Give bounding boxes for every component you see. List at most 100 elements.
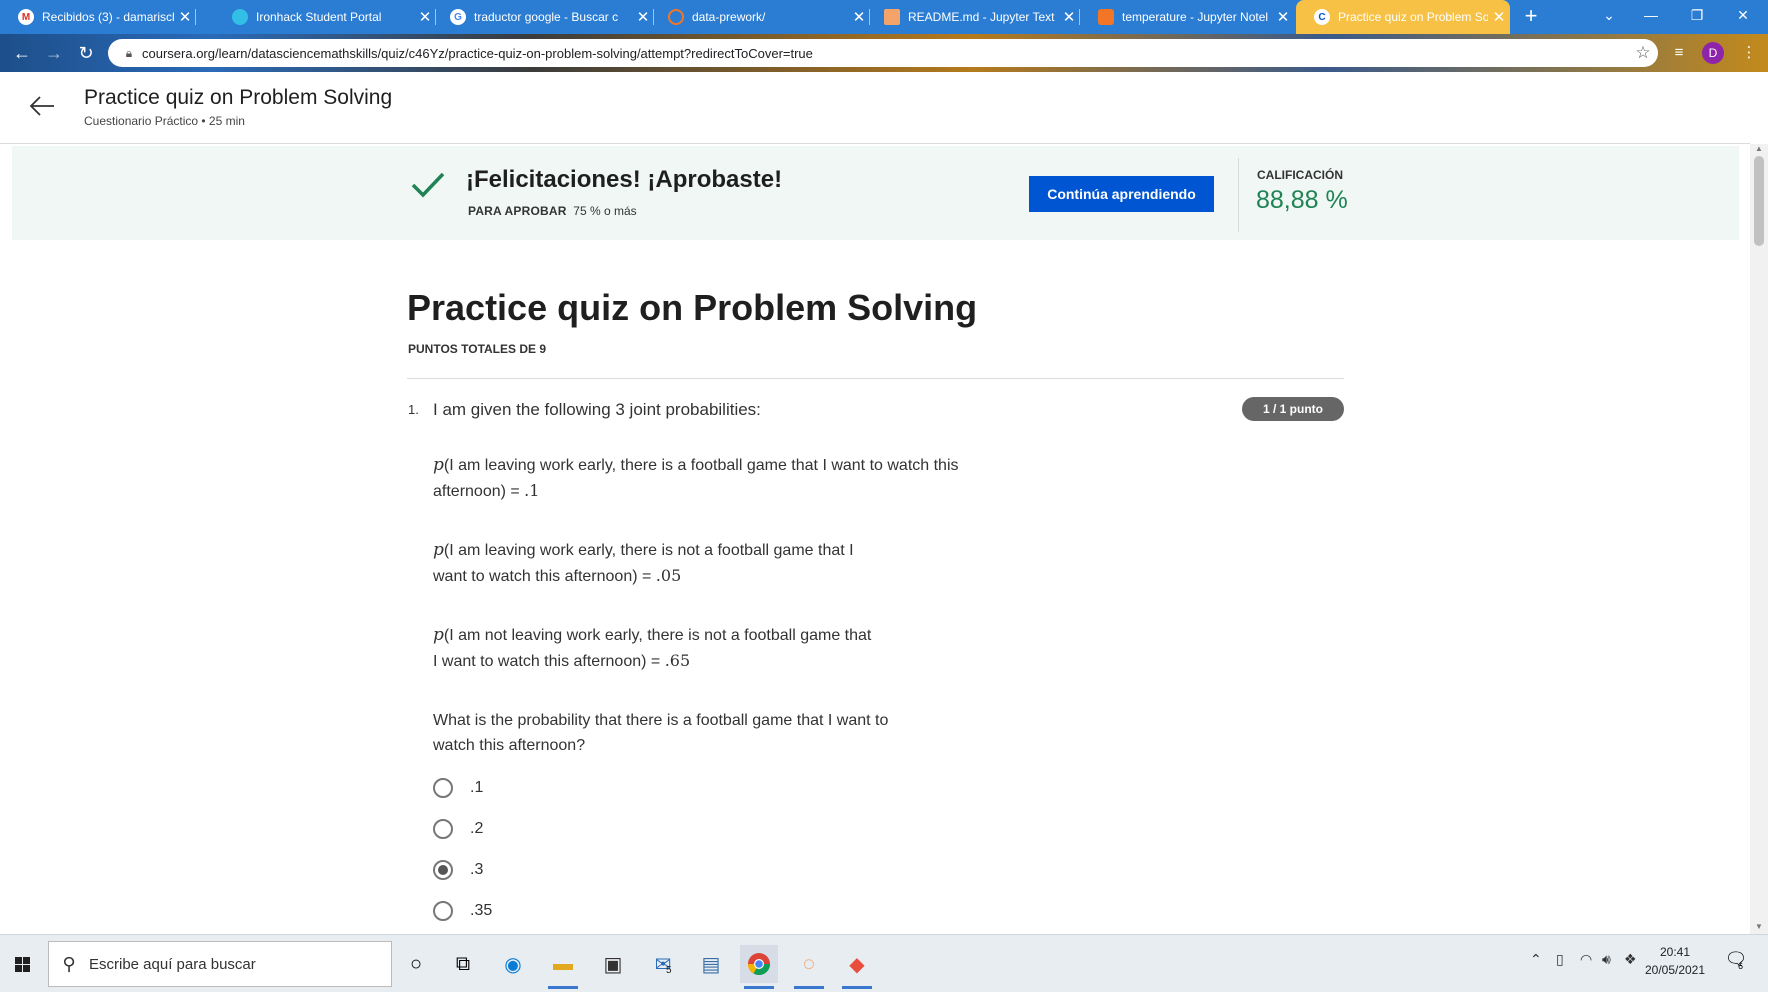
prob-var: p [433, 625, 444, 645]
vertical-scrollbar[interactable]: ▲ ▼ [1750, 144, 1768, 934]
close-icon[interactable]: ✕ [1488, 8, 1510, 26]
option-label: .2 [470, 820, 484, 837]
quiz-title: Practice quiz on Problem Solving [407, 287, 978, 328]
tab-readme[interactable]: README.md - Jupyter Text E ✕ [866, 0, 1080, 34]
continue-learning-button[interactable]: Continúa aprendiendo [1029, 176, 1214, 212]
tab-data-prework[interactable]: data-prework/ ✕ [650, 0, 870, 34]
question-text: I am given the following 3 joint probabi… [433, 400, 761, 419]
forward-icon[interactable]: → [38, 37, 70, 69]
question-number: 1. [408, 402, 419, 417]
grade-label: CALIFICACIÓN [1257, 168, 1343, 182]
url-text[interactable]: coursera.org/learn/datasciencemathskills… [142, 46, 1628, 61]
photos-icon[interactable]: ▤ [692, 945, 730, 983]
bookmark-star-icon[interactable]: ☆ [1628, 43, 1658, 63]
clock-time: 20:41 [1659, 945, 1691, 959]
page-content: Practice quiz on Problem Solving Cuestio… [0, 72, 1768, 934]
volume-icon[interactable]: 🔊︎ [1602, 951, 1611, 968]
answer-option-selected[interactable]: .3 [433, 859, 483, 881]
divider [407, 378, 1344, 379]
active-indicator [794, 986, 824, 989]
wifi-icon[interactable]: ◠ [1580, 951, 1592, 968]
restore-icon[interactable]: ❐ [1674, 0, 1720, 34]
search-placeholder: Escribe aquí para buscar [89, 955, 256, 973]
lock-icon: 🔒︎ [125, 45, 133, 60]
tab-title: Practice quiz on Problem So [1338, 10, 1488, 24]
tray-chevron-icon[interactable]: ⌃ [1530, 951, 1542, 968]
notification-center-icon[interactable]: 🗨︎ 6 [1722, 949, 1750, 977]
notebook-icon [1098, 9, 1114, 25]
task-view-icon[interactable]: ⧉ [444, 945, 482, 983]
answer-option[interactable]: .2 [433, 818, 483, 840]
close-icon[interactable]: ✕ [1272, 8, 1294, 26]
radio-button[interactable] [433, 778, 453, 798]
active-indicator [744, 986, 774, 989]
chrome-icon[interactable] [740, 945, 778, 989]
tab-gmail[interactable]: M Recibidos (3) - damarisclaria ✕ [0, 0, 196, 34]
probability-statement: p(I am leaving work early, there is not … [433, 538, 888, 589]
pass-label: PARA APROBAR [468, 204, 567, 218]
minimize-icon[interactable]: — [1628, 0, 1674, 34]
answer-option[interactable]: .1 [433, 777, 483, 799]
tab-title: traductor google - Buscar c [474, 10, 619, 24]
edge-icon[interactable]: ◉ [494, 945, 532, 983]
radio-button[interactable] [433, 901, 453, 921]
dropbox-icon[interactable]: ❖ [1624, 951, 1637, 968]
file-icon [884, 9, 900, 25]
tab-search-icon[interactable]: ⌄ [1586, 0, 1632, 34]
windows-start-icon[interactable] [0, 935, 48, 992]
radio-button-selected[interactable] [433, 860, 453, 880]
tab-title: data-prework/ [692, 10, 766, 24]
option-label: .35 [470, 902, 493, 919]
probability-statement: p(I am leaving work early, there is a fo… [433, 453, 1013, 504]
taskbar-search[interactable]: ⚲ Escribe aquí para buscar [48, 941, 392, 987]
radio-button[interactable] [433, 819, 453, 839]
windows-taskbar: ⚲ Escribe aquí para buscar ○ ⧉ ◉ ▬ ▣ ✉ 5 … [0, 934, 1768, 992]
back-icon[interactable]: ← [6, 37, 38, 69]
page-title: Practice quiz on Problem Solving [84, 86, 393, 109]
file-explorer-icon[interactable]: ▬ [544, 945, 582, 989]
store-icon[interactable]: ▣ [594, 945, 632, 983]
system-clock[interactable]: 20:41 20/05/2021 [1640, 943, 1710, 979]
jupyter-taskbar-icon[interactable]: ◌ [790, 945, 828, 989]
new-tab-button[interactable]: + [1520, 0, 1542, 34]
active-indicator [842, 986, 872, 989]
answer-option[interactable]: .35 [433, 900, 492, 922]
mail-badge: 5 [666, 965, 672, 976]
window-close-icon[interactable]: ✕ [1720, 0, 1766, 34]
tab-title: Recibidos (3) - damarisclaria [42, 10, 174, 24]
prob-text: (I am leaving work early, there is a foo… [433, 457, 959, 500]
address-bar[interactable]: 🔒︎ coursera.org/learn/datasciencemathski… [108, 39, 1658, 67]
scroll-down-icon[interactable]: ▼ [1754, 922, 1764, 932]
prob-var: p [433, 540, 444, 560]
prob-text: (I am not leaving work early, there is n… [433, 627, 872, 670]
tab-separator [195, 9, 196, 25]
battery-icon[interactable]: ▯ [1556, 951, 1564, 968]
git-icon[interactable]: ◆ [838, 945, 876, 989]
scrollbar-thumb[interactable] [1754, 156, 1764, 246]
prob-value: .65 [664, 651, 691, 670]
scroll-up-icon[interactable]: ▲ [1754, 144, 1764, 154]
coursera-icon: C [1314, 9, 1330, 25]
browser-tab-strip: M Recibidos (3) - damarisclaria ✕ Ironha… [0, 0, 1768, 34]
check-icon [411, 172, 445, 198]
profile-avatar[interactable]: D [1702, 42, 1724, 64]
tab-google[interactable]: G traductor google - Buscar c ✕ [432, 0, 654, 34]
close-icon[interactable]: ✕ [174, 8, 196, 26]
reload-icon[interactable]: ↻ [70, 37, 102, 69]
tab-coursera-active[interactable]: C Practice quiz on Problem So ✕ [1296, 0, 1510, 34]
cortana-icon[interactable]: ○ [397, 945, 435, 983]
reading-list-icon[interactable]: ≡ [1664, 39, 1694, 67]
option-label: .1 [470, 779, 484, 796]
mail-icon[interactable]: ✉ 5 [644, 945, 682, 983]
tab-temperature[interactable]: temperature - Jupyter Notel ✕ [1080, 0, 1294, 34]
notification-count: 6 [1738, 961, 1744, 971]
banner-divider [1238, 158, 1239, 232]
back-arrow-icon[interactable] [26, 90, 58, 122]
prob-text: (I am leaving work early, there is not a… [433, 542, 854, 585]
jupyter-icon [668, 9, 684, 25]
tab-title: README.md - Jupyter Text E [908, 10, 1058, 24]
close-icon[interactable]: ✕ [1058, 8, 1080, 26]
tab-ironhack[interactable]: Ironhack Student Portal ✕ [214, 0, 436, 34]
menu-icon[interactable]: ⋮ [1734, 39, 1764, 67]
tab-title: Ironhack Student Portal [256, 10, 382, 24]
